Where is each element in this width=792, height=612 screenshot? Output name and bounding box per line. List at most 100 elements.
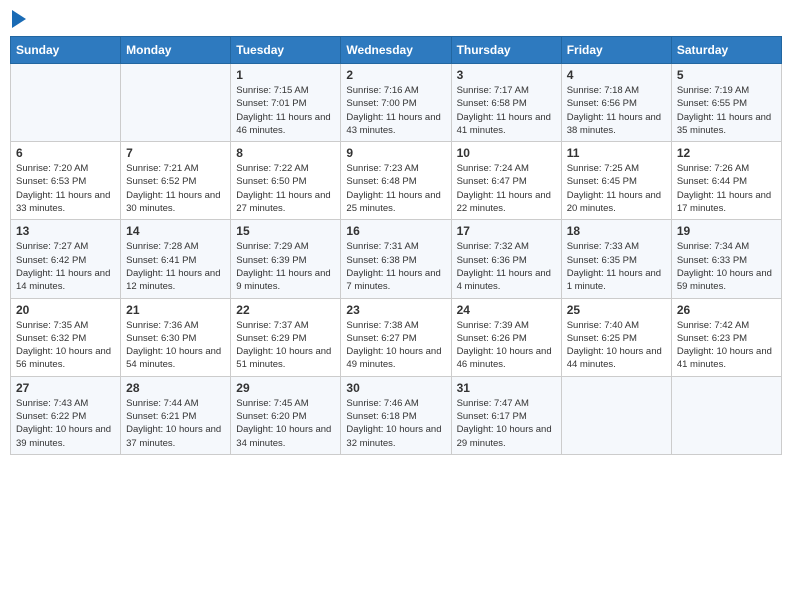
calendar-week-row: 20 Sunrise: 7:35 AM Sunset: 6:32 PM Dayli… <box>11 298 782 376</box>
day-number: 27 <box>16 381 115 395</box>
calendar-day-cell: 8 Sunrise: 7:22 AM Sunset: 6:50 PM Daylig… <box>231 142 341 220</box>
day-info: Sunrise: 7:38 AM Sunset: 6:27 PM Dayligh… <box>346 319 445 372</box>
page-header <box>10 10 782 28</box>
day-number: 28 <box>126 381 225 395</box>
day-number: 1 <box>236 68 335 82</box>
calendar-day-cell: 27 Sunrise: 7:43 AM Sunset: 6:22 PM Dayli… <box>11 376 121 454</box>
day-info: Sunrise: 7:35 AM Sunset: 6:32 PM Dayligh… <box>16 319 115 372</box>
calendar-day-cell <box>121 64 231 142</box>
day-info: Sunrise: 7:16 AM Sunset: 7:00 PM Dayligh… <box>346 84 445 137</box>
day-info: Sunrise: 7:15 AM Sunset: 7:01 PM Dayligh… <box>236 84 335 137</box>
day-number: 29 <box>236 381 335 395</box>
day-number: 6 <box>16 146 115 160</box>
calendar-day-header: Thursday <box>451 37 561 64</box>
day-info: Sunrise: 7:25 AM Sunset: 6:45 PM Dayligh… <box>567 162 666 215</box>
day-number: 14 <box>126 224 225 238</box>
calendar-day-cell: 26 Sunrise: 7:42 AM Sunset: 6:23 PM Dayli… <box>671 298 781 376</box>
calendar-week-row: 13Sunrise: 7:27 AM Sunset: 6:42 PM Dayli… <box>11 220 782 298</box>
calendar-day-cell: 19 Sunrise: 7:34 AM Sunset: 6:33 PM Dayli… <box>671 220 781 298</box>
day-info: Sunrise: 7:37 AM Sunset: 6:29 PM Dayligh… <box>236 319 335 372</box>
day-info: Sunrise: 7:28 AM Sunset: 6:41 PM Dayligh… <box>126 240 225 293</box>
calendar-day-cell: 25Sunrise: 7:40 AM Sunset: 6:25 PM Dayli… <box>561 298 671 376</box>
calendar-day-cell: 6 Sunrise: 7:20 AM Sunset: 6:53 PM Daylig… <box>11 142 121 220</box>
day-info: Sunrise: 7:46 AM Sunset: 6:18 PM Dayligh… <box>346 397 445 450</box>
day-number: 19 <box>677 224 776 238</box>
day-info: Sunrise: 7:17 AM Sunset: 6:58 PM Dayligh… <box>457 84 556 137</box>
day-number: 4 <box>567 68 666 82</box>
day-info: Sunrise: 7:33 AM Sunset: 6:35 PM Dayligh… <box>567 240 666 293</box>
calendar-day-cell: 2 Sunrise: 7:16 AM Sunset: 7:00 PM Daylig… <box>341 64 451 142</box>
day-info: Sunrise: 7:21 AM Sunset: 6:52 PM Dayligh… <box>126 162 225 215</box>
calendar-day-cell: 4Sunrise: 7:18 AM Sunset: 6:56 PM Daylig… <box>561 64 671 142</box>
day-info: Sunrise: 7:31 AM Sunset: 6:38 PM Dayligh… <box>346 240 445 293</box>
day-info: Sunrise: 7:29 AM Sunset: 6:39 PM Dayligh… <box>236 240 335 293</box>
day-info: Sunrise: 7:43 AM Sunset: 6:22 PM Dayligh… <box>16 397 115 450</box>
day-number: 16 <box>346 224 445 238</box>
calendar-day-cell: 7 Sunrise: 7:21 AM Sunset: 6:52 PM Daylig… <box>121 142 231 220</box>
day-info: Sunrise: 7:42 AM Sunset: 6:23 PM Dayligh… <box>677 319 776 372</box>
calendar-day-cell: 21Sunrise: 7:36 AM Sunset: 6:30 PM Dayli… <box>121 298 231 376</box>
day-number: 5 <box>677 68 776 82</box>
calendar-day-cell: 22Sunrise: 7:37 AM Sunset: 6:29 PM Dayli… <box>231 298 341 376</box>
day-info: Sunrise: 7:40 AM Sunset: 6:25 PM Dayligh… <box>567 319 666 372</box>
day-number: 7 <box>126 146 225 160</box>
day-number: 30 <box>346 381 445 395</box>
calendar-day-cell: 31 Sunrise: 7:47 AM Sunset: 6:17 PM Dayli… <box>451 376 561 454</box>
logo <box>10 10 26 28</box>
calendar-day-cell: 24 Sunrise: 7:39 AM Sunset: 6:26 PM Dayli… <box>451 298 561 376</box>
day-info: Sunrise: 7:34 AM Sunset: 6:33 PM Dayligh… <box>677 240 776 293</box>
logo-arrow-icon <box>12 10 26 28</box>
calendar-day-cell: 30 Sunrise: 7:46 AM Sunset: 6:18 PM Dayli… <box>341 376 451 454</box>
calendar-day-cell: 14 Sunrise: 7:28 AM Sunset: 6:41 PM Dayli… <box>121 220 231 298</box>
calendar-day-header: Saturday <box>671 37 781 64</box>
calendar-day-header: Friday <box>561 37 671 64</box>
day-number: 3 <box>457 68 556 82</box>
calendar-day-cell: 11Sunrise: 7:25 AM Sunset: 6:45 PM Dayli… <box>561 142 671 220</box>
calendar-day-header: Wednesday <box>341 37 451 64</box>
calendar-day-header: Tuesday <box>231 37 341 64</box>
day-number: 23 <box>346 303 445 317</box>
calendar-day-cell: 17 Sunrise: 7:32 AM Sunset: 6:36 PM Dayli… <box>451 220 561 298</box>
calendar-week-row: 6 Sunrise: 7:20 AM Sunset: 6:53 PM Daylig… <box>11 142 782 220</box>
calendar-day-cell: 9 Sunrise: 7:23 AM Sunset: 6:48 PM Daylig… <box>341 142 451 220</box>
day-info: Sunrise: 7:47 AM Sunset: 6:17 PM Dayligh… <box>457 397 556 450</box>
day-info: Sunrise: 7:39 AM Sunset: 6:26 PM Dayligh… <box>457 319 556 372</box>
calendar-day-header: Sunday <box>11 37 121 64</box>
calendar-day-cell <box>11 64 121 142</box>
day-number: 9 <box>346 146 445 160</box>
day-number: 18 <box>567 224 666 238</box>
day-info: Sunrise: 7:27 AM Sunset: 6:42 PM Dayligh… <box>16 240 115 293</box>
calendar-day-cell: 1 Sunrise: 7:15 AM Sunset: 7:01 PM Daylig… <box>231 64 341 142</box>
day-number: 2 <box>346 68 445 82</box>
day-info: Sunrise: 7:23 AM Sunset: 6:48 PM Dayligh… <box>346 162 445 215</box>
calendar-day-cell: 10Sunrise: 7:24 AM Sunset: 6:47 PM Dayli… <box>451 142 561 220</box>
day-number: 15 <box>236 224 335 238</box>
calendar-day-cell: 28 Sunrise: 7:44 AM Sunset: 6:21 PM Dayli… <box>121 376 231 454</box>
calendar-day-cell: 12Sunrise: 7:26 AM Sunset: 6:44 PM Dayli… <box>671 142 781 220</box>
day-number: 10 <box>457 146 556 160</box>
calendar-day-cell: 15 Sunrise: 7:29 AM Sunset: 6:39 PM Dayli… <box>231 220 341 298</box>
day-number: 17 <box>457 224 556 238</box>
day-number: 31 <box>457 381 556 395</box>
day-number: 20 <box>16 303 115 317</box>
day-info: Sunrise: 7:19 AM Sunset: 6:55 PM Dayligh… <box>677 84 776 137</box>
day-info: Sunrise: 7:44 AM Sunset: 6:21 PM Dayligh… <box>126 397 225 450</box>
day-number: 21 <box>126 303 225 317</box>
calendar-table: SundayMondayTuesdayWednesdayThursdayFrid… <box>10 36 782 455</box>
calendar-day-cell: 29Sunrise: 7:45 AM Sunset: 6:20 PM Dayli… <box>231 376 341 454</box>
day-number: 8 <box>236 146 335 160</box>
day-info: Sunrise: 7:22 AM Sunset: 6:50 PM Dayligh… <box>236 162 335 215</box>
calendar-week-row: 27 Sunrise: 7:43 AM Sunset: 6:22 PM Dayli… <box>11 376 782 454</box>
day-number: 26 <box>677 303 776 317</box>
calendar-day-cell <box>671 376 781 454</box>
day-info: Sunrise: 7:20 AM Sunset: 6:53 PM Dayligh… <box>16 162 115 215</box>
day-info: Sunrise: 7:32 AM Sunset: 6:36 PM Dayligh… <box>457 240 556 293</box>
calendar-day-cell <box>561 376 671 454</box>
day-info: Sunrise: 7:26 AM Sunset: 6:44 PM Dayligh… <box>677 162 776 215</box>
day-number: 24 <box>457 303 556 317</box>
calendar-week-row: 1 Sunrise: 7:15 AM Sunset: 7:01 PM Daylig… <box>11 64 782 142</box>
calendar-day-cell: 5 Sunrise: 7:19 AM Sunset: 6:55 PM Daylig… <box>671 64 781 142</box>
calendar-header-row: SundayMondayTuesdayWednesdayThursdayFrid… <box>11 37 782 64</box>
calendar-day-cell: 23 Sunrise: 7:38 AM Sunset: 6:27 PM Dayli… <box>341 298 451 376</box>
calendar-day-header: Monday <box>121 37 231 64</box>
